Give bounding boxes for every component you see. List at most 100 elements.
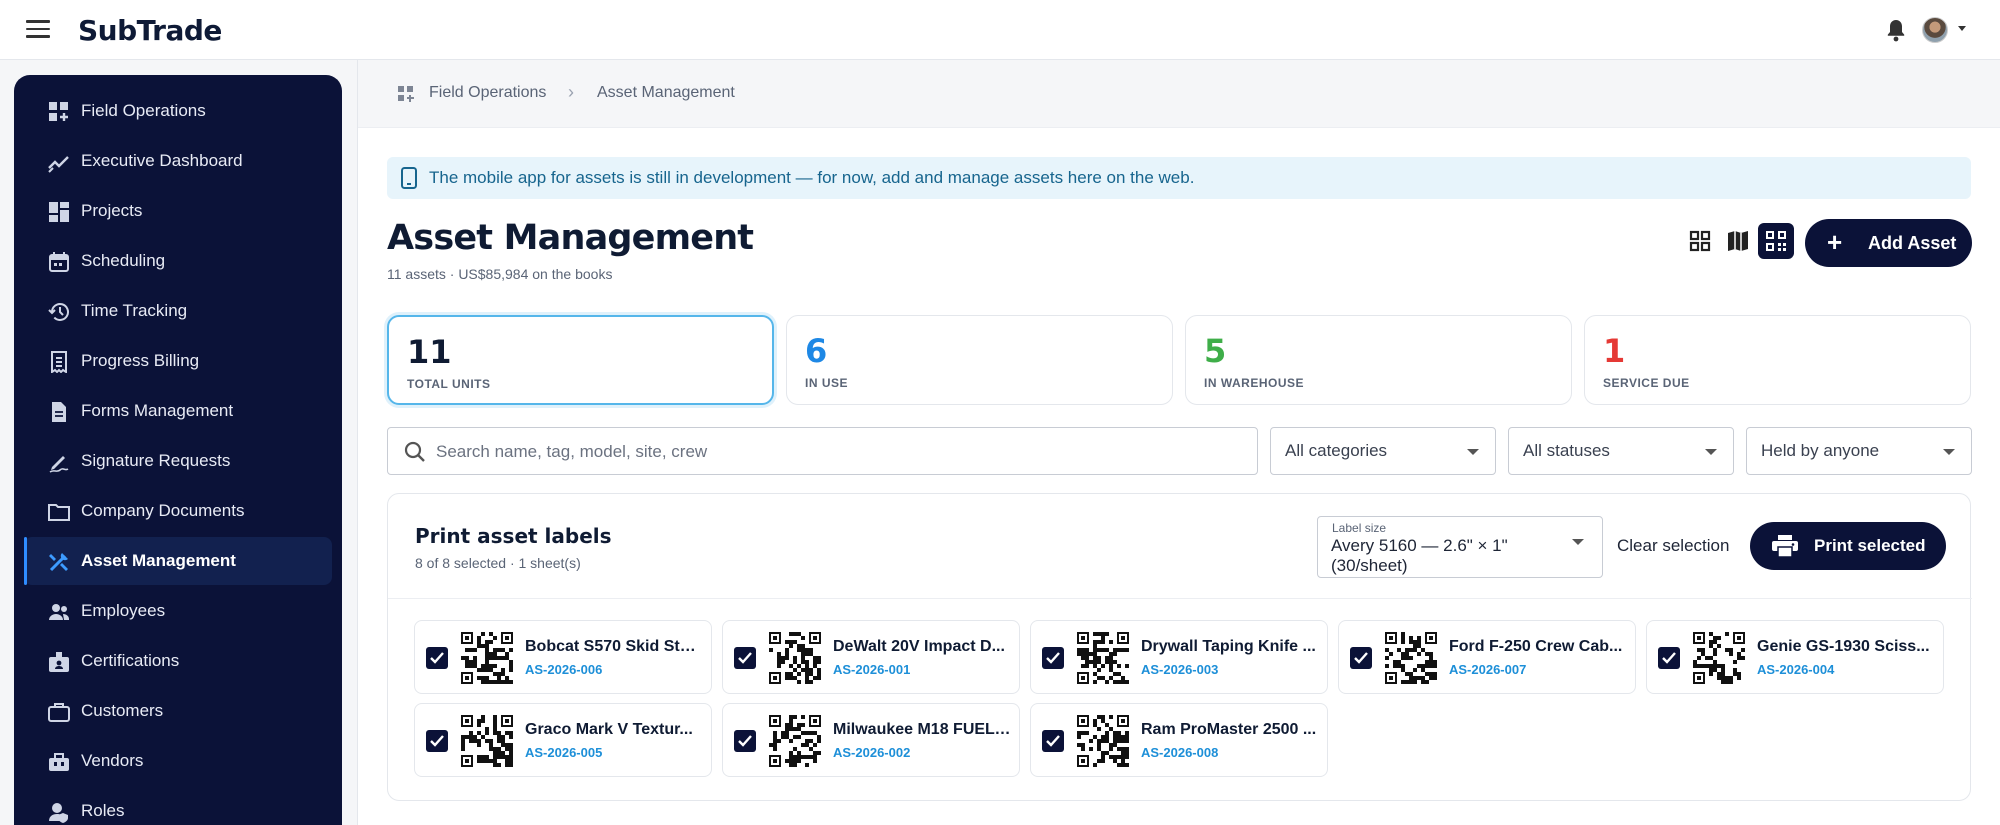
sidebar-item-certifications[interactable]: Certifications — [24, 637, 332, 685]
stat-value: 5 — [1204, 332, 1227, 370]
stat-card-total-units[interactable]: 11 TOTAL UNITS — [387, 315, 774, 405]
grid-view-button[interactable] — [1682, 223, 1718, 259]
print-selected-button[interactable]: Print selected — [1750, 522, 1946, 570]
sidebar-item-progress-billing[interactable]: Progress Billing — [24, 337, 332, 385]
sidebar-item-time-tracking[interactable]: Time Tracking — [24, 287, 332, 335]
qr-code-icon — [1693, 632, 1745, 684]
map-view-icon — [1728, 231, 1748, 251]
select-checkbox[interactable] — [734, 730, 756, 752]
info-banner: The mobile app for assets is still in de… — [387, 157, 1971, 199]
asset-label-card[interactable]: Milwaukee M18 FUEL ... AS-2026-002 — [722, 703, 1020, 777]
stat-card-in-warehouse[interactable]: 5 IN WAREHOUSE — [1185, 315, 1572, 405]
info-banner-text: The mobile app for assets is still in de… — [429, 168, 1195, 187]
qr-code-icon — [1077, 632, 1129, 684]
asset-label-card[interactable]: Bobcat S570 Skid Steer AS-2026-006 — [414, 620, 712, 694]
stat-card-in-use[interactable]: 6 IN USE — [786, 315, 1173, 405]
select-checkbox[interactable] — [426, 730, 448, 752]
search-icon — [404, 441, 425, 462]
qr-view-icon — [1766, 231, 1786, 251]
panel-divider — [388, 598, 1972, 599]
check-icon — [430, 735, 444, 747]
toolbox-icon — [49, 753, 69, 771]
check-icon — [1046, 652, 1060, 664]
asset-label-card[interactable]: Genie GS-1930 Sciss... AS-2026-004 — [1646, 620, 1944, 694]
sidebar-item-scheduling[interactable]: Scheduling — [24, 237, 332, 285]
print-selected-label: Print selected — [1814, 536, 1926, 555]
holder-select[interactable]: Held by anyone — [1746, 427, 1972, 475]
draw-icon — [49, 456, 69, 473]
select-checkbox[interactable] — [1042, 730, 1064, 752]
select-checkbox[interactable] — [1658, 647, 1680, 669]
account-caret-icon[interactable] — [1958, 26, 1966, 31]
tools-icon — [49, 553, 68, 572]
sidebar-item-label: Vendors — [81, 751, 144, 770]
bell-icon[interactable] — [1884, 17, 1908, 43]
holder-select-value: Held by anyone — [1761, 441, 1880, 460]
selection-summary: 8 of 8 selected · 1 sheet(s) — [415, 555, 581, 571]
sidebar-item-vendors[interactable]: Vendors — [24, 737, 332, 785]
check-icon — [738, 735, 752, 747]
asset-name: Graco Mark V Textur... — [525, 721, 693, 738]
calendar-icon — [49, 252, 69, 272]
sidebar-item-projects[interactable]: Projects — [24, 187, 332, 235]
active-indicator — [24, 537, 27, 585]
asset-label-card[interactable]: Drywall Taping Knife ... AS-2026-003 — [1030, 620, 1328, 694]
dashboard-grid-icon — [398, 86, 414, 102]
check-icon — [430, 652, 444, 664]
stat-card-service-due[interactable]: 1 SERVICE DUE — [1584, 315, 1971, 405]
sidebar-item-executive-dashboard[interactable]: Executive Dashboard — [24, 137, 332, 185]
trend-chart-icon — [48, 156, 69, 173]
caret-down-icon — [1572, 539, 1584, 545]
asset-label-card[interactable]: Ram ProMaster 2500 ... AS-2026-008 — [1030, 703, 1328, 777]
printer-icon — [1772, 535, 1798, 557]
user-avatar[interactable] — [1922, 17, 1948, 43]
sidebar-item-employees[interactable]: Employees — [24, 587, 332, 635]
grid-view-icon — [1689, 230, 1711, 252]
check-icon — [1046, 735, 1060, 747]
qr-view-button[interactable] — [1758, 223, 1794, 259]
sidebar-item-field-operations[interactable]: Field Operations — [24, 87, 332, 135]
sidebar-item-label: Roles — [81, 801, 125, 820]
status-select[interactable]: All statuses — [1508, 427, 1734, 475]
asset-search — [387, 427, 1258, 475]
sidebar-item-company-documents[interactable]: Company Documents — [24, 487, 332, 535]
panel-title: Print asset labels — [415, 524, 612, 548]
qr-code-icon — [769, 715, 821, 767]
sidebar-item-label: Scheduling — [81, 251, 166, 270]
category-select-value: All categories — [1285, 441, 1388, 460]
select-checkbox[interactable] — [1350, 647, 1372, 669]
sidebar-item-forms-management[interactable]: Forms Management — [24, 387, 332, 435]
map-view-button[interactable] — [1720, 223, 1756, 259]
label-size-select[interactable]: Label size Avery 5160 — 2.6" × 1" (30/sh… — [1317, 516, 1603, 578]
sidebar-item-roles[interactable]: Roles — [24, 787, 332, 825]
hamburger-icon[interactable] — [26, 20, 50, 38]
people-icon — [49, 604, 69, 620]
search-input[interactable] — [436, 440, 1236, 464]
sidebar-item-signature-requests[interactable]: Signature Requests — [24, 437, 332, 485]
category-select[interactable]: All categories — [1270, 427, 1496, 475]
brand-logo[interactable]: SubTrade — [78, 14, 222, 47]
sidebar-item-asset-management[interactable]: Asset Management — [24, 537, 332, 585]
qr-code-icon — [1077, 715, 1129, 767]
select-checkbox[interactable] — [734, 647, 756, 669]
history-icon — [48, 303, 69, 321]
caret-down-icon — [1467, 449, 1479, 455]
sidebar-item-label: Customers — [81, 701, 164, 720]
asset-label-card[interactable]: Ford F-250 Crew Cab... AS-2026-007 — [1338, 620, 1636, 694]
select-checkbox[interactable] — [1042, 647, 1064, 669]
qr-code-icon — [1385, 632, 1437, 684]
asset-name: Drywall Taping Knife ... — [1141, 638, 1316, 655]
sidebar-item-customers[interactable]: Customers — [24, 687, 332, 735]
select-checkbox[interactable] — [426, 647, 448, 669]
breadcrumb-current: Asset Management — [597, 84, 735, 101]
stat-caption: TOTAL UNITS — [407, 377, 491, 391]
breadcrumb-link-field-operations[interactable]: Field Operations — [429, 84, 546, 102]
sidebar-item-label: Signature Requests — [81, 451, 231, 470]
asset-label-card[interactable]: Graco Mark V Textur... AS-2026-005 — [414, 703, 712, 777]
asset-tag: AS-2026-005 — [525, 745, 603, 760]
asset-label-card[interactable]: DeWalt 20V Impact D... AS-2026-001 — [722, 620, 1020, 694]
check-icon — [1354, 652, 1368, 664]
print-labels-panel: Print asset labels 8 of 8 selected · 1 s… — [387, 493, 1972, 801]
add-asset-button[interactable]: + Add Asset — [1805, 219, 1972, 267]
clear-selection-button[interactable]: Clear selection — [1617, 536, 1729, 556]
